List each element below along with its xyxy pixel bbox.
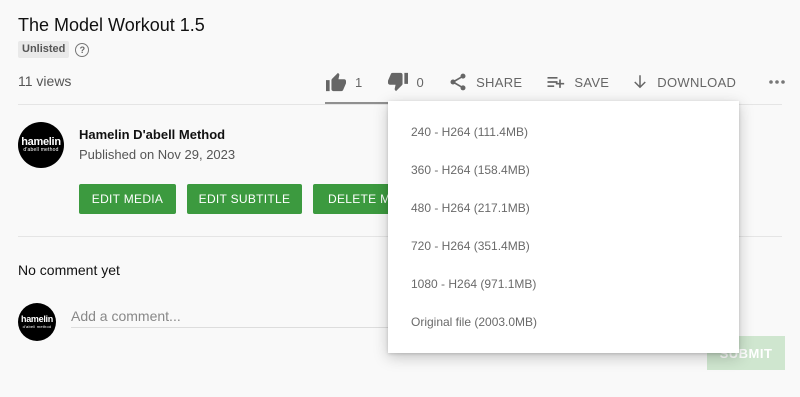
no-comment-text: No comment yet — [18, 262, 120, 278]
avatar-logo-text: hamelin — [21, 136, 61, 148]
unlisted-badge: Unlisted — [18, 41, 70, 58]
visibility-row: Unlisted ? — [18, 41, 90, 58]
download-option-480[interactable]: 480 - H264 (217.1MB) — [388, 189, 739, 227]
help-icon[interactable]: ? — [75, 42, 90, 57]
channel-name[interactable]: Hamelin D'abell Method — [79, 127, 225, 142]
more-horizontal-icon — [769, 80, 786, 84]
thumbs-up-icon — [326, 72, 346, 92]
like-count: 1 — [355, 74, 363, 90]
arrow-down-icon — [634, 75, 647, 89]
edit-media-button[interactable]: EDIT MEDIA — [79, 184, 176, 214]
view-count: 11 views — [18, 73, 72, 89]
share-icon — [450, 73, 466, 91]
download-option-720[interactable]: 720 - H264 (351.4MB) — [388, 227, 739, 265]
playlist-add-icon — [547, 77, 565, 88]
share-label: SHARE — [476, 74, 523, 90]
save-button[interactable]: SAVE — [544, 72, 609, 92]
download-option-360[interactable]: 360 - H264 (158.4MB) — [388, 151, 739, 189]
edit-subtitle-button[interactable]: EDIT SUBTITLE — [187, 184, 302, 214]
channel-avatar[interactable]: hamelin d'abell method — [18, 122, 64, 168]
more-button[interactable] — [768, 79, 786, 85]
user-avatar: hamelin d'abell method — [18, 303, 56, 341]
download-label: DOWNLOAD — [657, 74, 737, 90]
like-button[interactable]: 1 — [325, 72, 363, 92]
video-title: The Model Workout 1.5 — [18, 15, 205, 35]
thumbs-down-icon — [387, 72, 408, 92]
avatar-logo-text: hamelin — [21, 314, 53, 324]
share-button[interactable]: SHARE — [448, 72, 522, 92]
dislike-count: 0 — [416, 74, 425, 90]
action-bar: 1 0 SHARE SAVE DOWNLOAD — [325, 60, 786, 104]
dislike-button[interactable]: 0 — [387, 72, 425, 92]
download-option-original[interactable]: Original file (2003.0MB) — [388, 303, 739, 341]
download-option-1080[interactable]: 1080 - H264 (971.1MB) — [388, 265, 739, 303]
download-option-240[interactable]: 240 - H264 (111.4MB) — [388, 113, 739, 151]
save-label: SAVE — [574, 74, 610, 90]
published-date: Published on Nov 29, 2023 — [79, 147, 236, 162]
download-button[interactable]: DOWNLOAD — [631, 72, 736, 92]
avatar-logo-subtext: d'abell method — [23, 147, 59, 153]
download-menu: 240 - H264 (111.4MB) 360 - H264 (158.4MB… — [388, 101, 739, 353]
avatar-logo-subtext: d'abell method — [22, 324, 52, 329]
